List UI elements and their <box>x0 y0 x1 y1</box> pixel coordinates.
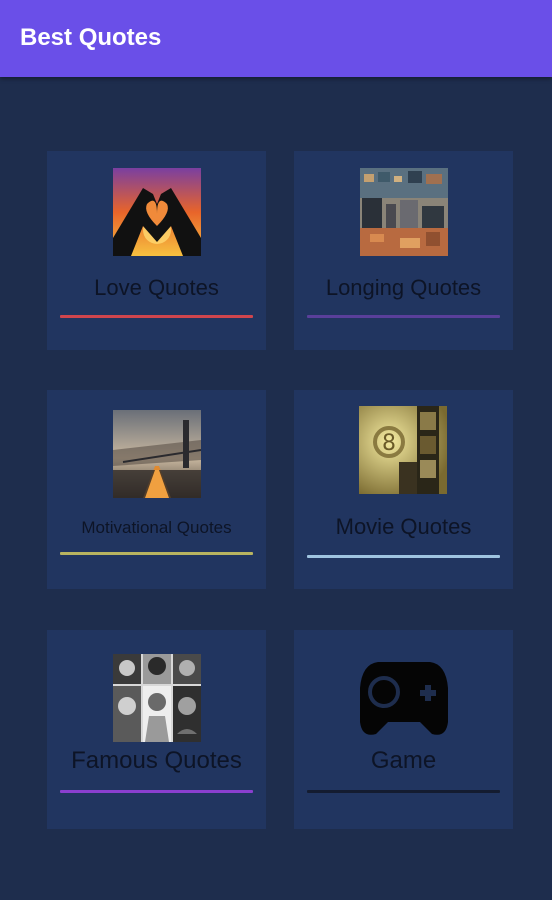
card-underline <box>307 555 500 558</box>
svg-text:8: 8 <box>382 431 396 456</box>
film-strip-icon: 8 <box>359 406 447 494</box>
card-love-quotes[interactable]: Love Quotes <box>47 151 266 350</box>
card-underline <box>307 315 500 318</box>
app-title: Best Quotes <box>20 24 162 51</box>
card-underline <box>60 552 253 555</box>
card-underline <box>60 790 253 793</box>
card-label: Motivational Quotes <box>81 518 232 537</box>
card-label: Love Quotes <box>94 275 219 300</box>
card-famous-quotes[interactable]: Famous Quotes <box>47 630 266 829</box>
heart-hands-sunset-icon <box>113 168 201 256</box>
portrait-collage-icon <box>113 654 201 742</box>
card-movie-quotes[interactable]: 8 Movie Quotes <box>294 390 513 589</box>
app-bar: Best Quotes <box>0 0 552 77</box>
card-label: Longing Quotes <box>325 275 482 300</box>
card-label: Game <box>370 747 437 774</box>
card-underline <box>307 790 500 793</box>
gamepad-icon <box>360 652 448 740</box>
card-underline <box>60 315 253 318</box>
card-longing-quotes[interactable]: Longing Quotes <box>294 151 513 350</box>
card-motivational-quotes[interactable]: Motivational Quotes <box>47 390 266 589</box>
card-label: Famous Quotes <box>71 747 242 774</box>
bridge-road-icon <box>113 410 201 498</box>
city-collage-icon <box>360 168 448 256</box>
card-label: Movie Quotes <box>335 514 472 539</box>
card-game[interactable]: Game <box>294 630 513 829</box>
